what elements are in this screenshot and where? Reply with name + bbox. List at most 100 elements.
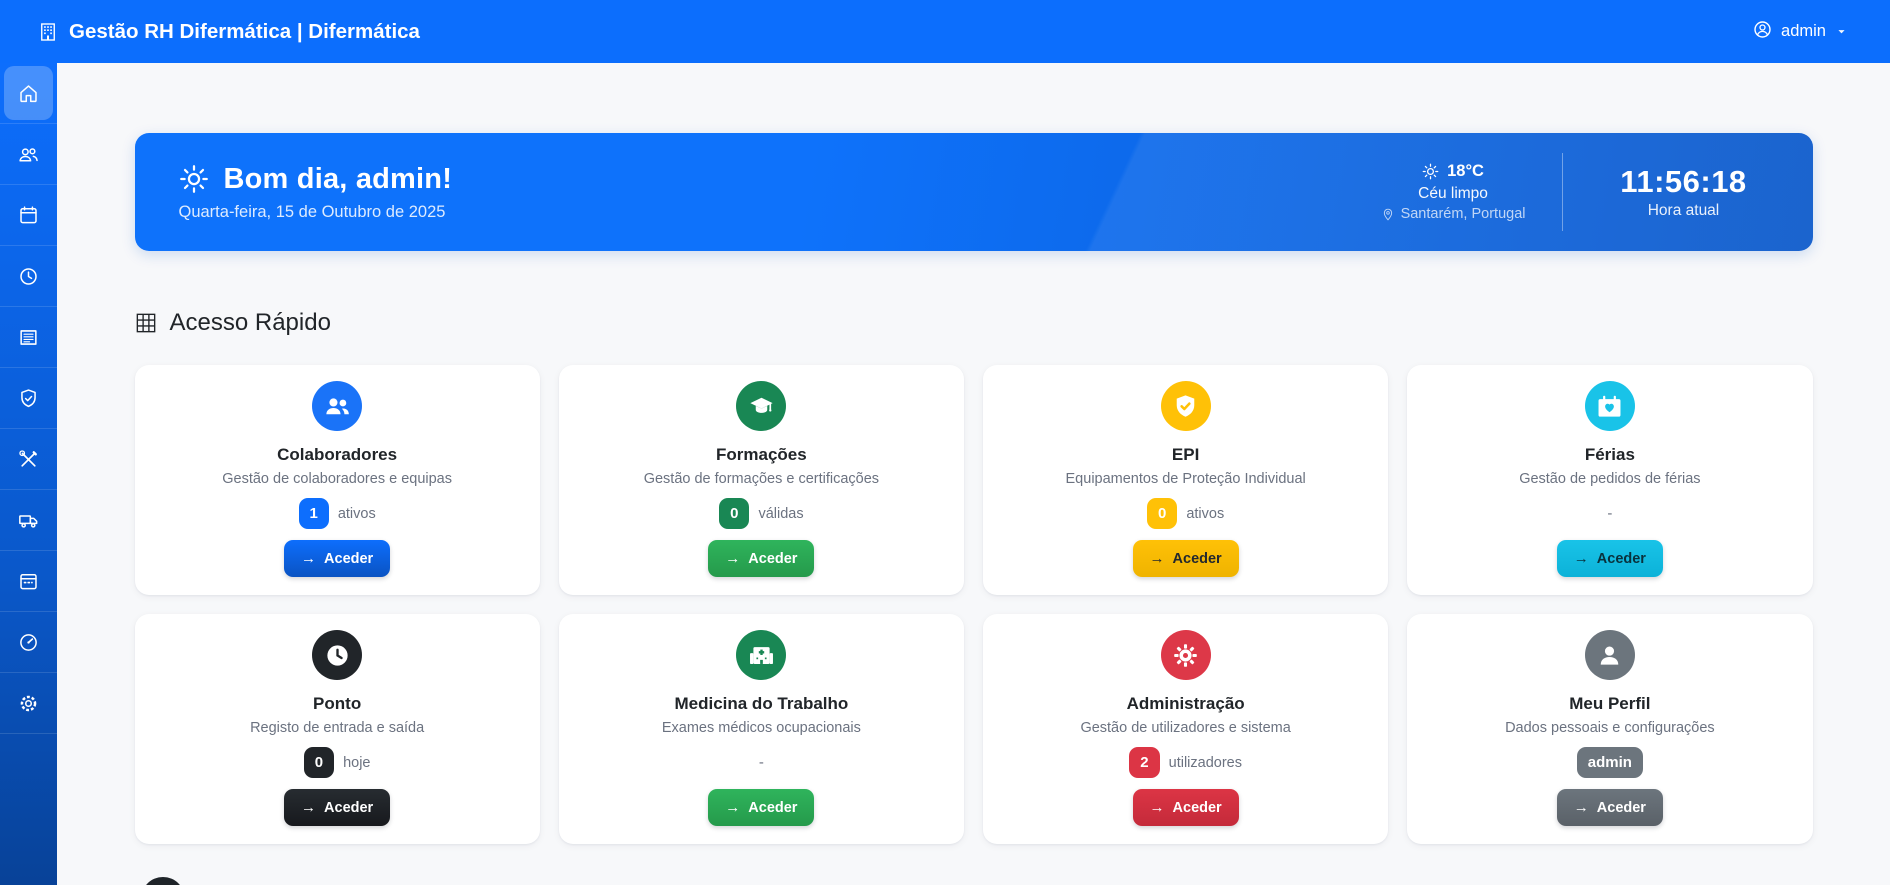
- aceder-button[interactable]: →Aceder: [284, 540, 390, 577]
- current-time: 11:56:18: [1599, 164, 1769, 200]
- person-fill-icon: [1596, 642, 1623, 669]
- sidebar-item-newspaper[interactable]: [0, 307, 57, 368]
- sidebar-item-people[interactable]: [0, 124, 57, 185]
- calendar-event-icon: [18, 571, 39, 592]
- quick-access-card[interactable]: Medicina do TrabalhoExames médicos ocupa…: [559, 614, 964, 844]
- people-icon: [18, 144, 39, 165]
- gear-icon: [18, 693, 39, 714]
- quick-access-card[interactable]: Ponto Registo de entrada e saída 0 hoje →Ace…: [135, 614, 540, 844]
- card-title: Colaboradores: [277, 445, 397, 465]
- card-icon-circle: [1585, 630, 1635, 680]
- app-brand[interactable]: Gestão RH Difermática | Difermática: [38, 20, 420, 44]
- sidebar-item-clock[interactable]: [0, 246, 57, 307]
- card-icon-circle: [1585, 381, 1635, 431]
- card-stat-row: -: [1607, 498, 1612, 529]
- card-count-badge: admin: [1577, 747, 1643, 778]
- truck-icon: [18, 510, 39, 531]
- hospital-icon: [748, 642, 775, 669]
- card-count-badge: 1: [299, 498, 329, 529]
- card-icon-circle: [736, 381, 786, 431]
- quick-access-card[interactable]: Férias Gestão de pedidos de férias - →Acede…: [1407, 365, 1812, 595]
- card-subtitle: Exames médicos ocupacionais: [662, 720, 861, 736]
- greeting-date: Quarta-feira, 15 de Outubro de 2025: [179, 203, 453, 222]
- grid-icon: [135, 312, 157, 334]
- sidebar-item-truck[interactable]: [0, 490, 57, 551]
- card-subtitle: Dados pessoais e configurações: [1505, 720, 1715, 736]
- shield-check-fill-icon: [1172, 393, 1199, 420]
- aceder-button[interactable]: → Aceder: [1133, 540, 1239, 577]
- shield-check-icon: [18, 388, 39, 409]
- card-count-badge: 0: [1147, 498, 1177, 529]
- aceder-button[interactable]: →Aceder: [1557, 540, 1663, 577]
- section-title: Acesso Rápido: [170, 309, 331, 337]
- aceder-button[interactable]: →Aceder: [1557, 789, 1663, 826]
- aceder-button-label: Aceder: [1173, 800, 1222, 816]
- card-stat-label: hoje: [343, 755, 370, 771]
- clock-icon: [18, 266, 39, 287]
- user-menu[interactable]: admin: [1753, 20, 1848, 44]
- greeting-banner: Bom dia, admin! Quarta-feira, 15 de Outu…: [135, 133, 1813, 251]
- app-title: Gestão RH Difermática | Difermática: [69, 20, 420, 44]
- weather-temperature: 18°C: [1447, 162, 1484, 181]
- quick-access-card[interactable]: Administração Gestão de utilizadores e si…: [983, 614, 1388, 844]
- arrow-right-icon: →: [301, 800, 316, 815]
- aceder-button[interactable]: →Aceder: [708, 540, 814, 577]
- sidebar-item-house[interactable]: [0, 63, 57, 124]
- card-subtitle: Gestão de colaboradores e equipas: [222, 471, 452, 487]
- tools-icon: [18, 449, 39, 470]
- speedometer-icon: [18, 632, 39, 653]
- card-subtitle: Gestão de utilizadores e sistema: [1080, 720, 1290, 736]
- aceder-button[interactable]: → Aceder: [1133, 789, 1239, 826]
- card-stat-row: 0válidas: [719, 498, 803, 529]
- building-icon: [38, 22, 58, 42]
- quick-access-card[interactable]: FormaçõesGestão de formações e certifica…: [559, 365, 964, 595]
- card-stat-label: ativos: [338, 506, 376, 522]
- card-icon-circle: [736, 630, 786, 680]
- sidebar: [0, 63, 57, 885]
- sidebar-item-tools[interactable]: [0, 429, 57, 490]
- card-title: Formações: [716, 445, 807, 465]
- card-subtitle: Registo de entrada e saída: [250, 720, 424, 736]
- sidebar-item-calendar-event[interactable]: [0, 551, 57, 612]
- people-fill-icon: [324, 393, 351, 420]
- arrow-right-icon: →: [1574, 551, 1589, 566]
- card-stat-row: -: [759, 747, 764, 778]
- person-circle-icon: [1753, 20, 1772, 44]
- card-stat-row: 0 hoje: [304, 747, 371, 778]
- card-count-badge: 0: [304, 747, 334, 778]
- sidebar-item-shield-check[interactable]: [0, 368, 57, 429]
- sun-icon: [179, 164, 209, 194]
- quick-access-card[interactable]: Meu Perfil Dados pessoais e configurações…: [1407, 614, 1812, 844]
- sidebar-item-calendar[interactable]: [0, 185, 57, 246]
- card-title: Administração: [1127, 694, 1245, 714]
- aceder-button-label: Aceder: [1173, 551, 1222, 567]
- card-title: Meu Perfil: [1569, 694, 1650, 714]
- quick-access-card[interactable]: EPIEquipamentos de Proteção Individual0a…: [983, 365, 1388, 595]
- sidebar-item-speedometer[interactable]: [0, 612, 57, 673]
- weather-widget: 18°C Céu limpo Santarém, Portugal: [1381, 162, 1526, 222]
- card-title: Férias: [1585, 445, 1635, 465]
- calendar-icon: [18, 205, 39, 226]
- card-subtitle: Gestão de pedidos de férias: [1519, 471, 1700, 487]
- top-navbar: Gestão RH Difermática | Difermática admi…: [0, 0, 1890, 63]
- weather-location: Santarém, Portugal: [1401, 206, 1526, 222]
- aceder-button-label: Aceder: [1597, 800, 1646, 816]
- calendar-heart-icon: [1596, 393, 1623, 420]
- card-stat-label: válidas: [758, 506, 803, 522]
- card-icon-circle: [1161, 630, 1211, 680]
- aceder-button[interactable]: →Aceder: [284, 789, 390, 826]
- arrow-right-icon: →: [725, 800, 740, 815]
- card-stat-label: utilizadores: [1169, 755, 1242, 771]
- sidebar-item-gear[interactable]: [0, 673, 57, 734]
- aceder-button-label: Aceder: [324, 551, 373, 567]
- card-title: Ponto: [313, 694, 361, 714]
- mortarboard-icon: [748, 393, 775, 420]
- arrow-right-icon: →: [1150, 551, 1165, 566]
- newspaper-icon: [18, 327, 39, 348]
- geo-pin-icon: [1381, 207, 1395, 221]
- quick-access-card[interactable]: Colaboradores Gestão de colaboradores e e…: [135, 365, 540, 595]
- aceder-button[interactable]: →Aceder: [708, 789, 814, 826]
- arrow-right-icon: →: [1150, 800, 1165, 815]
- card-stat-label: ativos: [1186, 506, 1224, 522]
- house-icon: [18, 83, 39, 104]
